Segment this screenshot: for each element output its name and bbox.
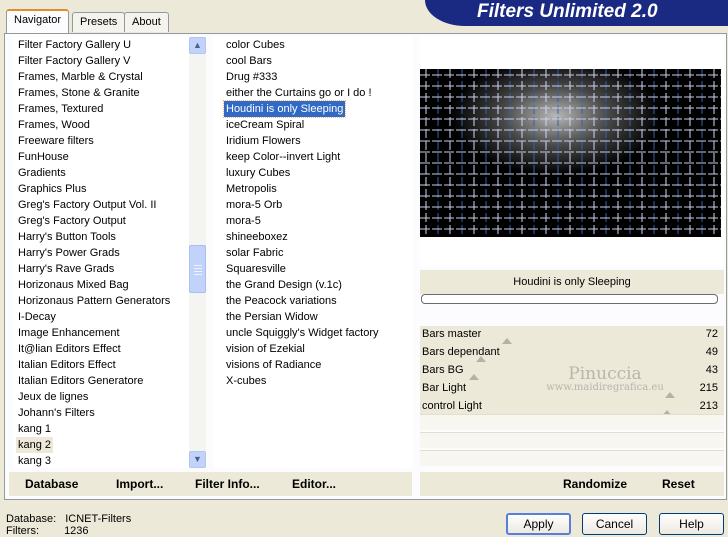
status-database-value: ICNET-Filters <box>65 513 132 525</box>
filter-item[interactable]: Houdini is only Sleeping <box>222 100 347 118</box>
category-item[interactable]: Horizonaus Mixed Bag <box>16 277 131 293</box>
slider-label: Bars BG <box>422 364 464 376</box>
filter-item[interactable]: X-cubes <box>224 373 268 389</box>
category-item[interactable]: FunHouse <box>16 149 71 165</box>
tab-navigator[interactable]: Navigator <box>6 9 70 33</box>
filter-item[interactable]: solar Fabric <box>224 245 285 261</box>
category-item[interactable]: Harry's Rave Grads <box>16 261 116 277</box>
randomize-button[interactable]: Randomize <box>563 477 627 491</box>
category-item[interactable]: Filter Factory Gallery V <box>16 53 132 69</box>
category-item[interactable]: Filter Factory Gallery U <box>16 37 133 53</box>
category-item[interactable]: Image Enhancement <box>16 325 122 341</box>
watermark: Pinuccia www.maidiregrafica.eu <box>540 364 670 393</box>
slider-value: 43 <box>705 364 718 376</box>
filter-list[interactable]: color Cubes cool Bars Drug #333 either the … <box>214 37 413 468</box>
slider-label: control Light <box>422 400 482 412</box>
category-item[interactable]: Frames, Wood <box>16 117 92 133</box>
category-item[interactable]: Italian Editors Generatore <box>16 373 145 389</box>
progress-bar <box>421 294 718 304</box>
preview-caption: Houdini is only Sleeping <box>420 270 724 294</box>
filter-item[interactable]: visions of Radiance <box>224 357 323 373</box>
status-filters: Filters: 1236 <box>6 525 89 537</box>
status-filters-label: Filters: <box>6 525 39 537</box>
category-item[interactable]: Frames, Stone & Granite <box>16 85 142 101</box>
database-button[interactable]: Database <box>25 477 78 491</box>
category-item[interactable]: kang 1 <box>16 421 53 437</box>
scroll-up-button[interactable]: ▲ <box>189 37 206 54</box>
scroll-thumb[interactable] <box>189 245 206 293</box>
filter-item[interactable]: iceCream Spiral <box>224 117 306 133</box>
category-item[interactable]: I-Decay <box>16 309 58 325</box>
status-database-label: Database: <box>6 513 57 525</box>
chevron-down-icon: ▼ <box>193 454 202 464</box>
category-item[interactable]: Jeux de lignes <box>16 389 90 405</box>
watermark-site: www.maidiregrafica.eu <box>546 382 664 393</box>
category-item[interactable]: It@lian Editors Effect <box>16 341 123 357</box>
category-item[interactable]: Johann's Filters <box>16 405 97 421</box>
chevron-up-icon: ▲ <box>193 40 202 50</box>
filter-item[interactable]: uncle Squiggly's Widget factory <box>224 325 381 341</box>
filter-item[interactable]: Metropolis <box>224 181 279 197</box>
category-item[interactable]: Greg's Factory Output Vol. II <box>16 197 158 213</box>
empty-slider-row <box>420 414 724 430</box>
category-item[interactable]: Horizonaus Pattern Generators <box>16 293 172 309</box>
filter-item[interactable]: luxury Cubes <box>224 165 292 181</box>
editor-button[interactable]: Editor... <box>292 477 336 491</box>
category-item[interactable]: Greg's Factory Output <box>16 213 128 229</box>
slider-value: 215 <box>699 382 718 394</box>
category-item[interactable]: Gradients <box>16 165 68 181</box>
preview-image <box>420 69 721 237</box>
category-item[interactable]: Italian Editors Effect <box>16 357 118 373</box>
category-item[interactable]: Harry's Button Tools <box>16 229 118 245</box>
watermark-name: Pinuccia <box>568 364 642 384</box>
category-item[interactable]: Frames, Textured <box>16 101 105 117</box>
category-scrollbar[interactable]: ▲ ▼ <box>189 37 206 468</box>
empty-slider-row <box>420 432 724 448</box>
import-button[interactable]: Import... <box>116 477 163 491</box>
slider-value: 213 <box>699 400 718 412</box>
reset-button[interactable]: Reset <box>662 477 695 491</box>
preview-panel <box>420 37 724 267</box>
filter-item[interactable]: cool Bars <box>224 53 274 69</box>
filter-item[interactable]: vision of Ezekial <box>224 341 307 357</box>
help-button[interactable]: Help <box>659 513 724 535</box>
status-filters-value: 1236 <box>64 525 89 537</box>
app-title: Filters Unlimited 2.0 <box>477 1 658 22</box>
slider-label: Bars master <box>422 328 482 340</box>
apply-button[interactable]: Apply <box>506 513 571 535</box>
category-item[interactable]: kang 2 <box>16 437 54 453</box>
slider-bars-dependant[interactable]: Bars dependant 49 <box>420 344 724 362</box>
filter-item[interactable]: keep Color--invert Light <box>224 149 342 165</box>
filter-item[interactable]: the Grand Design (v.1c) <box>224 277 344 293</box>
filter-item[interactable]: Squaresville <box>224 261 288 277</box>
category-list[interactable]: Filter Factory Gallery U Filter Factory G… <box>14 37 189 468</box>
slider-label: Bars dependant <box>422 346 500 358</box>
slider-value: 49 <box>705 346 718 358</box>
slider-label: Bar Light <box>422 382 467 394</box>
tab-about[interactable]: About <box>124 12 169 32</box>
filter-item[interactable]: the Persian Widow <box>224 309 320 325</box>
slider-value: 72 <box>705 328 718 340</box>
status-database: Database: ICNET-Filters <box>6 513 131 525</box>
filter-item[interactable]: mora-5 <box>224 213 263 229</box>
filter-info-button[interactable]: Filter Info... <box>195 477 260 491</box>
category-item[interactable]: Freeware filters <box>16 133 96 149</box>
filter-item[interactable]: Drug #333 <box>224 69 279 85</box>
category-item[interactable]: Frames, Marble & Crystal <box>16 69 145 85</box>
category-item[interactable]: Graphics Plus <box>16 181 88 197</box>
filter-item[interactable]: the Peacock variations <box>224 293 339 309</box>
tab-presets[interactable]: Presets <box>72 12 126 32</box>
scroll-down-button[interactable]: ▼ <box>189 451 206 468</box>
filter-item[interactable]: shineeboxez <box>224 229 290 245</box>
filter-item[interactable]: either the Curtains go or I do ! <box>224 85 374 101</box>
slider-bars-master[interactable]: Bars master 72 <box>420 326 724 344</box>
app-title-banner: Filters Unlimited 2.0 <box>425 0 728 26</box>
category-item[interactable]: kang 3 <box>16 453 53 468</box>
filter-item[interactable]: mora-5 Orb <box>224 197 284 213</box>
cancel-button[interactable]: Cancel <box>582 513 647 535</box>
category-item[interactable]: Harry's Power Grads <box>16 245 122 261</box>
empty-slider-row <box>420 450 724 466</box>
filter-item[interactable]: Iridium Flowers <box>224 133 303 149</box>
filter-item[interactable]: color Cubes <box>224 37 287 53</box>
